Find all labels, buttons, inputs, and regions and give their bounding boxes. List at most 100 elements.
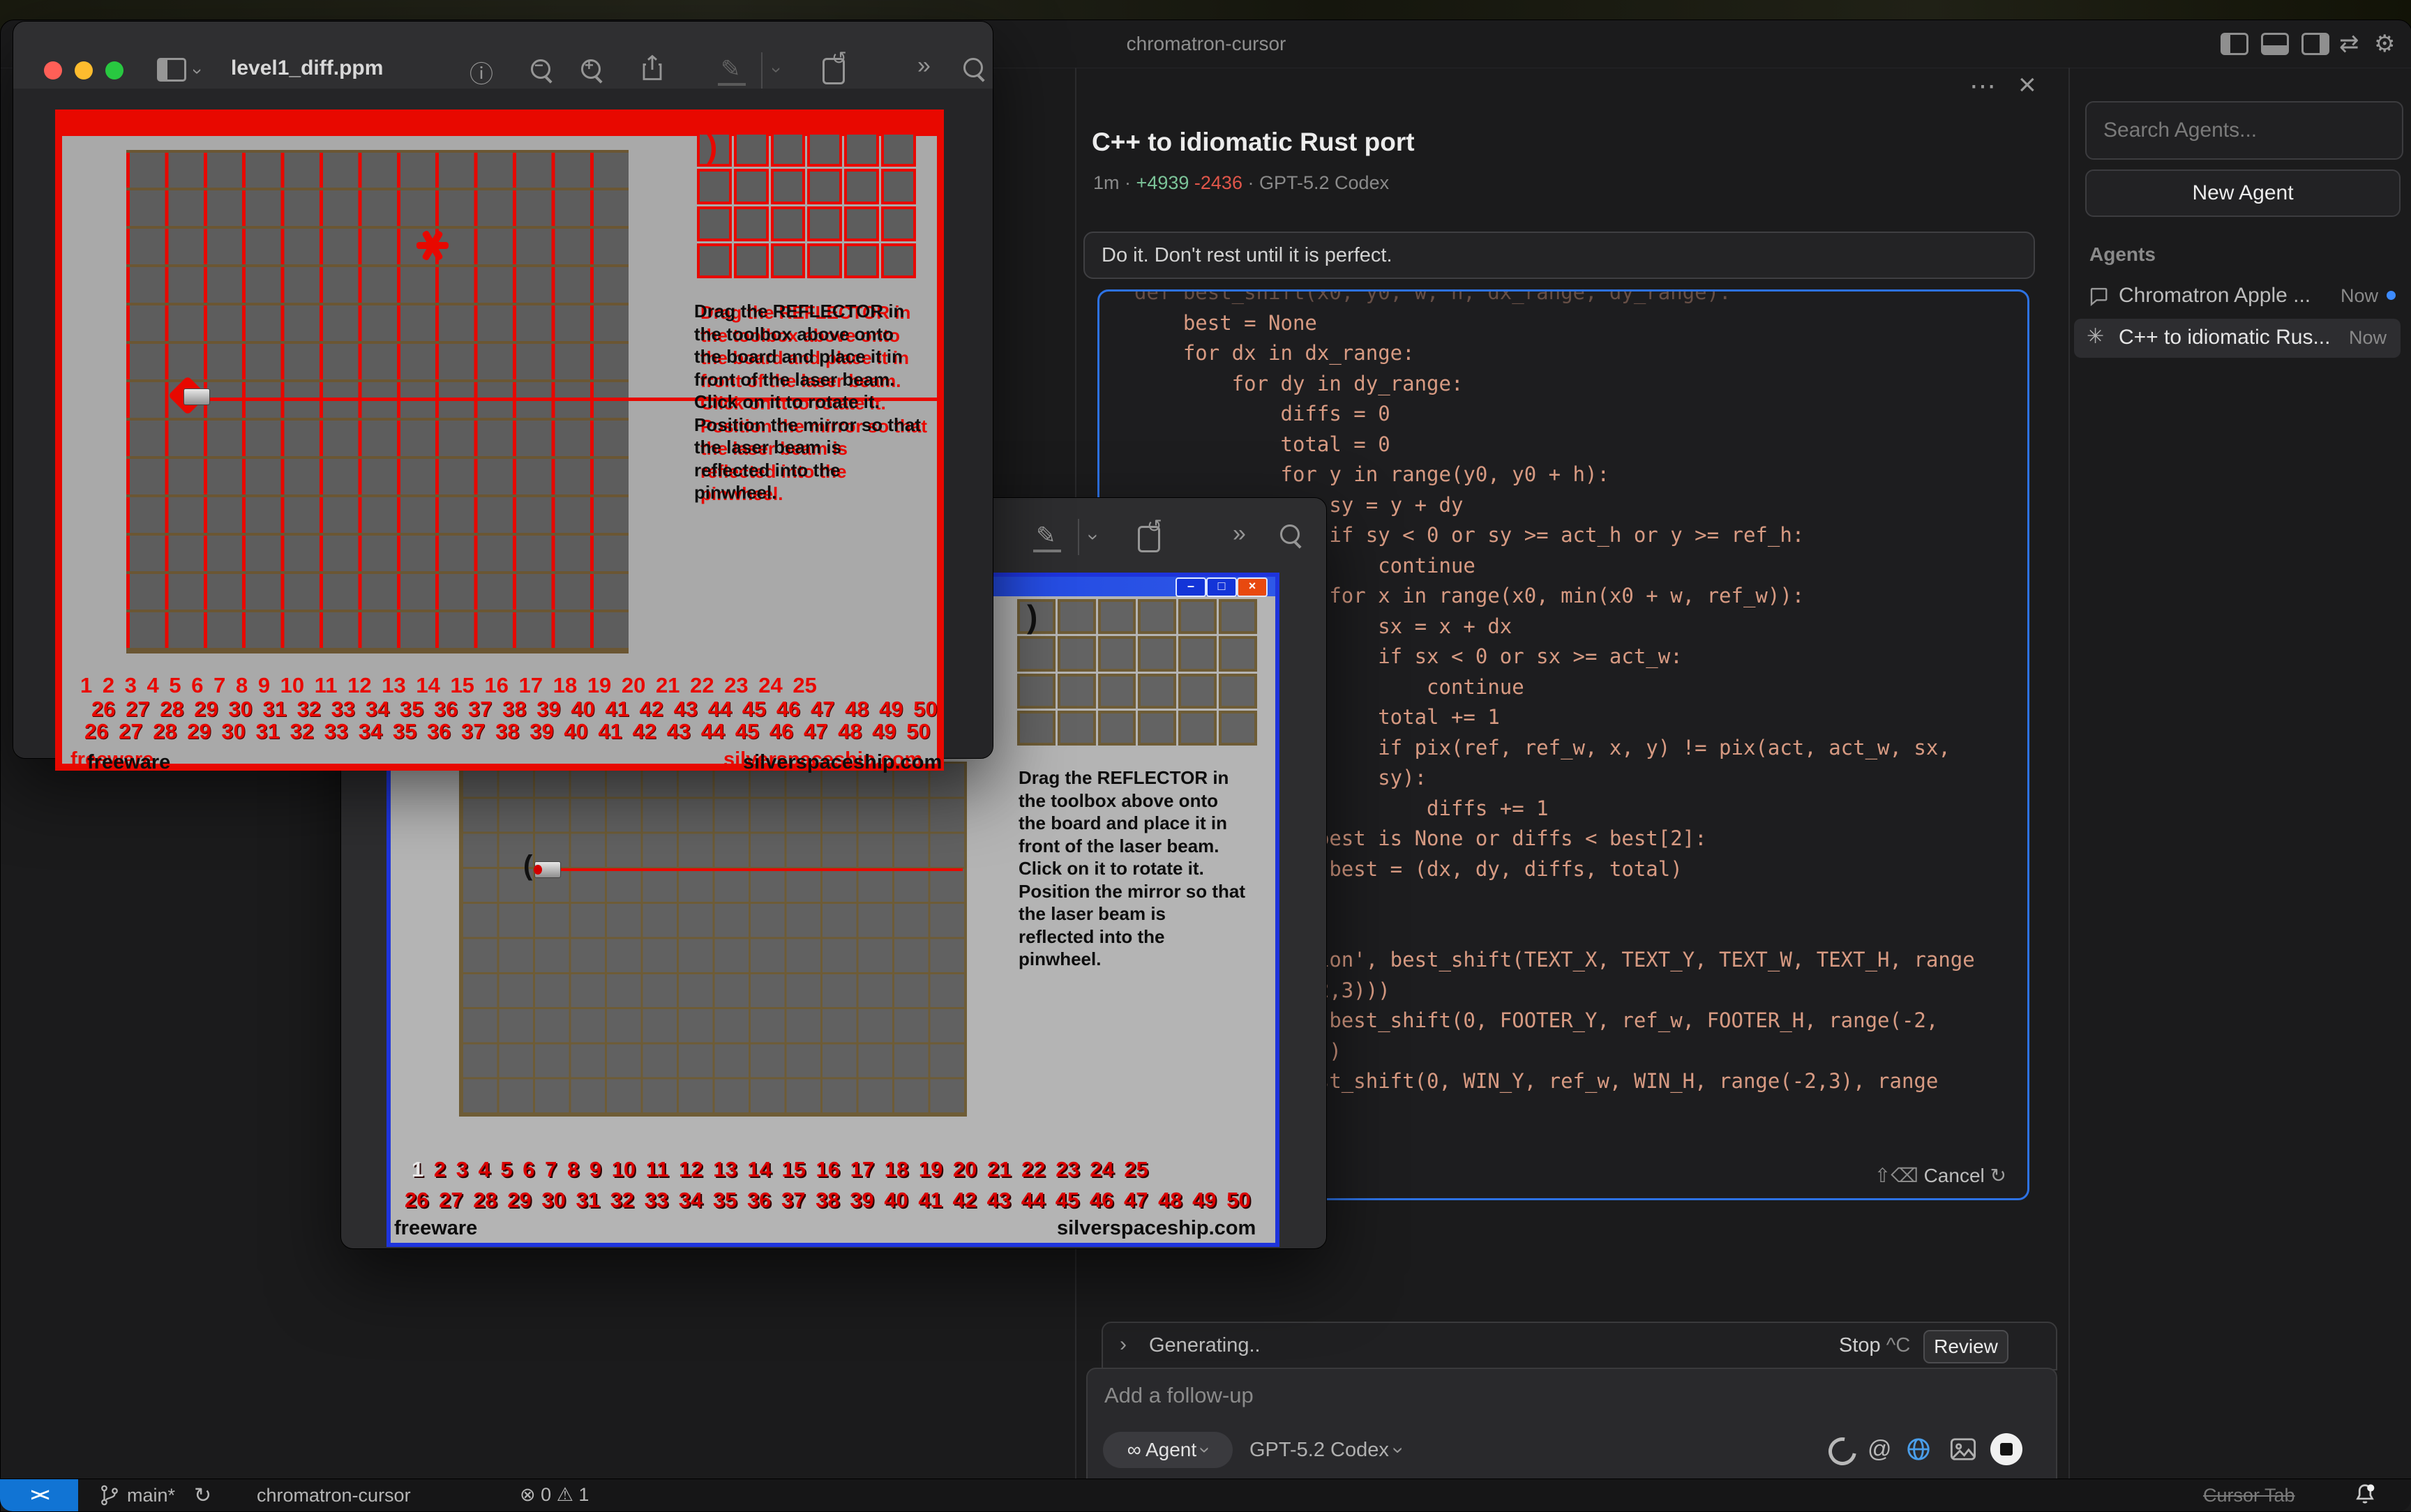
toggle-left-sidebar-icon[interactable] <box>2221 33 2248 55</box>
agent-elapsed: 1m <box>1093 172 1120 193</box>
agent-list-item-chromatron-apple[interactable]: Chromatron Apple ... Now <box>2074 280 2401 313</box>
warning-icon: ⚠ <box>557 1484 573 1505</box>
sidebar-divider <box>2068 68 2070 1479</box>
mention-at-icon[interactable]: @ <box>1868 1436 1892 1463</box>
cursor-tab-toggle[interactable]: Cursor Tab <box>2203 1485 2295 1506</box>
diff-image[interactable]: ) Drag the REFLECTOR inthe toolbox above… <box>55 109 944 771</box>
overflow-chevrons-icon[interactable]: » <box>917 52 931 80</box>
rotate-icon[interactable] <box>823 58 845 84</box>
game-minimize-button: – <box>1176 577 1206 597</box>
review-button[interactable]: Review <box>1923 1330 2008 1363</box>
preview-content: ) Drag the REFLECTOR inthe toolbox above… <box>13 89 993 758</box>
overflow-chevrons-icon[interactable]: » <box>1233 520 1246 547</box>
rotate-icon[interactable] <box>1138 526 1160 552</box>
preview-window-title: level1_diff.ppm <box>231 56 383 80</box>
markup-pencil-icon[interactable]: ✎ <box>721 55 741 83</box>
git-branch-label[interactable]: main* <box>127 1485 175 1506</box>
git-sync-icon[interactable]: ↻ <box>194 1483 211 1508</box>
generating-bar[interactable]: › Generating.. Stop ^C Review <box>1102 1322 2057 1370</box>
cancel-button[interactable]: Cancel <box>1924 1165 1985 1186</box>
user-prompt-bubble[interactable]: Do it. Don't rest until it is perfect. <box>1083 232 2035 279</box>
chevron-down-icon: › <box>1187 1446 1224 1453</box>
minimize-traffic-light[interactable] <box>75 61 93 80</box>
generating-label: Generating.. <box>1149 1334 1261 1357</box>
game-instructions-clean: Drag the REFLECTOR inthe toolbox above o… <box>1019 766 1245 971</box>
diff-numbers-row1: 1 2 3 4 5 6 7 8 9 10 11 12 13 14 15 16 1… <box>80 673 817 698</box>
cancel-shortcut: ⇧⌫ <box>1875 1165 1918 1186</box>
game-board <box>459 762 967 1117</box>
unread-dot <box>2387 291 2396 300</box>
chevron-down-icon: › <box>1386 1447 1409 1454</box>
laser-beam <box>558 868 963 871</box>
pencil-underline <box>1033 550 1061 552</box>
toggle-right-sidebar-icon[interactable] <box>2301 33 2329 55</box>
diff-instructions-black: Drag the REFLECTOR inthe toolbox above o… <box>694 300 921 504</box>
loading-spinner-icon <box>1823 1432 1862 1471</box>
game-footer-left: freeware <box>394 1217 477 1240</box>
web-globe-icon[interactable] <box>1905 1436 1932 1462</box>
zoom-in-icon[interactable]: + <box>581 59 601 79</box>
preview-window-diff[interactable]: › level1_diff.ppm ⓘ − + ✎ › » <box>13 21 993 759</box>
settings-gear-icon[interactable]: ⚙ <box>2374 30 2395 58</box>
project-name[interactable]: chromatron-cursor <box>257 1485 411 1506</box>
search-icon[interactable] <box>1280 524 1300 544</box>
new-agent-button[interactable]: New Agent <box>2085 169 2401 217</box>
zoom-traffic-light[interactable] <box>105 61 123 80</box>
cancel-spinner-icon: ↻ <box>1990 1165 2006 1186</box>
expand-chevron-icon[interactable]: › <box>1120 1333 1127 1356</box>
search-agents-input[interactable]: Search Agents... <box>2085 101 2403 160</box>
chevron-down-icon[interactable]: › <box>1083 534 1105 540</box>
agent-more-icon[interactable]: ⋯ <box>1969 70 1996 102</box>
zoom-out-icon[interactable]: − <box>531 59 550 79</box>
user-prompt-text: Do it. Don't rest until it is perfect. <box>1102 244 1392 266</box>
close-traffic-light[interactable] <box>44 61 62 80</box>
agent-model: GPT-5.2 Codex <box>1259 172 1389 193</box>
laser-emitter <box>183 388 210 405</box>
running-spinner-icon: ✳ <box>2087 324 2104 349</box>
model-dropdown[interactable]: GPT-5.2 Codex › <box>1249 1439 1402 1462</box>
notifications-bell-icon[interactable] <box>2352 1482 2378 1509</box>
sidebar-toggle-icon[interactable] <box>157 58 186 82</box>
diff-additions: +4939 <box>1136 172 1189 193</box>
attach-image-icon[interactable] <box>1950 1437 1976 1461</box>
reflector-piece: ) <box>707 128 717 165</box>
game-toolbox <box>1017 599 1257 746</box>
agent-mode-dropdown[interactable]: ∞ Agent › <box>1103 1432 1233 1468</box>
share-icon[interactable] <box>640 54 665 82</box>
game-footer-right: silverspaceship.com <box>1057 1217 1256 1240</box>
game-close-button: × <box>1237 577 1268 597</box>
git-branch-icon[interactable] <box>99 1483 120 1507</box>
stop-shortcut: ^C <box>1886 1334 1911 1356</box>
agents-section-label: Agents <box>2089 243 2156 266</box>
cancel-row[interactable]: ⇧⌫ Cancel ↻ <box>1875 1164 2006 1187</box>
info-icon[interactable]: ⓘ <box>470 55 493 89</box>
stop-button[interactable]: Stop ^C <box>1839 1334 1910 1357</box>
followup-placeholder: Add a follow-up <box>1104 1383 1254 1408</box>
search-icon[interactable] <box>963 58 983 77</box>
markup-pencil-icon[interactable]: ✎ <box>1036 522 1056 550</box>
level-numbers-row1: 1 2 3 4 5 6 7 8 9 10 11 12 13 14 15 16 1… <box>412 1157 1148 1182</box>
agent-meta: 1m · +4939 -2436 · GPT-5.2 Codex <box>1093 172 1389 194</box>
chevron-down-icon[interactable]: › <box>187 68 209 75</box>
infinity-icon: ∞ <box>1127 1439 1141 1460</box>
editor-statusbar: >< main* ↻ chromatron-cursor ⊗ 0 ⚠ 1 Cur… <box>0 1479 2411 1511</box>
toggle-bottom-panel-icon[interactable] <box>2261 33 2289 55</box>
chat-bubble-icon <box>2088 285 2109 306</box>
followup-input-box[interactable]: Add a follow-up ∞ Agent › GPT-5.2 Codex … <box>1086 1368 2057 1493</box>
layout-swap-icon[interactable]: ⇄ <box>2339 30 2359 58</box>
diff-numbers-row2-b: 26 27 28 29 30 31 32 33 34 35 36 37 38 3… <box>84 719 931 744</box>
diff-deletions: -2436 <box>1194 172 1242 193</box>
chevron-down-icon[interactable]: › <box>766 67 788 73</box>
reflector-piece: ) <box>1027 598 1037 635</box>
error-icon: ⊗ <box>520 1484 536 1505</box>
diff-footer-right: silverspaceship.com <box>743 751 942 774</box>
pinwheel-sprite <box>416 229 449 262</box>
diff-numbers-row2-a: 26 27 28 29 30 31 32 33 34 35 36 37 38 3… <box>91 697 938 722</box>
agent-task-title: C++ to idiomatic Rust port <box>1092 128 1415 157</box>
agent-list-item-cpp-rust[interactable]: ✳ C++ to idiomatic Rus... Now <box>2074 319 2401 358</box>
laser-emitter <box>534 861 561 878</box>
send-stop-button[interactable] <box>1990 1433 2022 1465</box>
agent-close-icon[interactable]: × <box>2018 68 2036 103</box>
problems-errors[interactable]: ⊗ 0 ⚠ 1 <box>520 1484 589 1506</box>
remote-indicator[interactable]: >< <box>0 1479 78 1511</box>
